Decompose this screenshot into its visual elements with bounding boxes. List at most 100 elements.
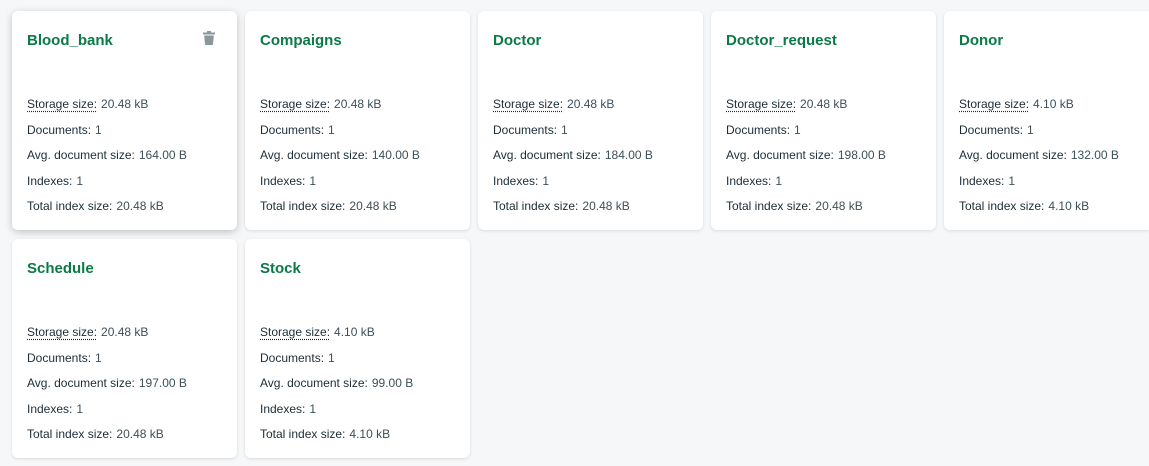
stat-label: Indexes: <box>493 173 539 188</box>
stat-label: Storage size: <box>493 97 564 111</box>
stat-value: 140.00 B <box>371 148 420 162</box>
collection-name[interactable]: Doctor <box>493 31 688 51</box>
stat-label: Documents: <box>959 122 1024 137</box>
stat-label: Storage size: <box>27 325 98 339</box>
stat-label: Total index size: <box>959 199 1045 213</box>
stat-value: 20.48 kB <box>116 427 164 441</box>
stat-value: 20.48 kB <box>567 97 615 111</box>
stat-label: Storage size: <box>726 97 797 111</box>
stat-label: Avg. document size: <box>27 148 135 162</box>
stat-indexes: Indexes: 1 <box>260 169 455 195</box>
stat-storage-size: Storage size: 20.48 kB <box>726 92 921 118</box>
stat-value: 4.10 kB <box>334 325 375 339</box>
stat-label: Indexes: <box>260 173 306 188</box>
stat-storage-size: Storage size: 20.48 kB <box>493 92 688 118</box>
stat-value: 1 <box>95 350 102 365</box>
collection-name[interactable]: Stock <box>260 259 455 279</box>
stat-label: Documents: <box>27 350 92 365</box>
stat-label: Storage size: <box>27 97 98 111</box>
stat-label: Avg. document size: <box>260 376 368 390</box>
collection-stats: Storage size: 4.10 kB Documents: 1 Avg. do… <box>959 92 1134 220</box>
collection-card-blood-bank[interactable]: Blood_bank Storage size: 20.48 kB Documen… <box>12 11 237 230</box>
stat-documents: Documents: 1 <box>959 118 1134 144</box>
stat-indexes: Indexes: 1 <box>959 169 1134 195</box>
stat-indexes: Indexes: 1 <box>260 397 455 423</box>
trash-icon[interactable] <box>203 31 215 45</box>
collection-card-doctor[interactable]: Doctor Storage size: 20.48 kB Documents: 1… <box>478 11 703 230</box>
stat-total-index-size: Total index size: 20.48 kB <box>27 422 222 448</box>
stat-storage-size: Storage size: 4.10 kB <box>260 320 455 346</box>
stat-value: 1 <box>328 350 335 365</box>
stat-label: Documents: <box>260 122 325 137</box>
stat-value: 99.00 B <box>371 376 414 390</box>
stat-storage-size: Storage size: 20.48 kB <box>27 320 222 346</box>
stat-label: Documents: <box>260 350 325 365</box>
stat-value: 1 <box>542 173 550 188</box>
stat-value: 20.48 kB <box>815 199 863 213</box>
collection-card-donor[interactable]: Donor Storage size: 4.10 kB Documents: 1 A… <box>944 11 1149 230</box>
stat-avg-document-size: Avg. document size: 99.00 B <box>260 371 455 397</box>
stat-label: Indexes: <box>27 401 73 416</box>
stat-label: Documents: <box>726 122 791 137</box>
collection-name[interactable]: Schedule <box>27 259 222 279</box>
stat-indexes: Indexes: 1 <box>493 169 688 195</box>
stat-label: Indexes: <box>27 173 73 188</box>
stat-label: Total index size: <box>260 199 346 213</box>
stat-indexes: Indexes: 1 <box>27 397 222 423</box>
stat-documents: Documents: 1 <box>260 346 455 372</box>
stat-value: 1 <box>1008 173 1016 188</box>
stat-label: Avg. document size: <box>726 148 834 162</box>
collection-name[interactable]: Blood_bank <box>27 31 222 51</box>
stat-value: 20.48 kB <box>582 199 630 213</box>
stat-avg-document-size: Avg. document size: 164.00 B <box>27 143 222 169</box>
stat-value: 1 <box>794 122 801 137</box>
stat-label: Avg. document size: <box>493 148 601 162</box>
stat-label: Total index size: <box>27 199 113 213</box>
stat-label: Documents: <box>27 122 92 137</box>
stat-label: Indexes: <box>260 401 306 416</box>
stat-storage-size: Storage size: 20.48 kB <box>27 92 222 118</box>
collection-card-schedule[interactable]: Schedule Storage size: 20.48 kB Documents… <box>12 239 237 458</box>
stat-value: 4.10 kB <box>349 427 391 441</box>
stat-total-index-size: Total index size: 20.48 kB <box>726 194 921 220</box>
stat-label: Total index size: <box>726 199 812 213</box>
stat-storage-size: Storage size: 20.48 kB <box>260 92 455 118</box>
collection-name[interactable]: Compaigns <box>260 31 455 51</box>
stat-label: Avg. document size: <box>27 376 135 390</box>
collection-name[interactable]: Donor <box>959 31 1134 51</box>
stat-value: 164.00 B <box>138 148 187 162</box>
stat-value: 1 <box>95 122 102 137</box>
stat-value: 20.48 kB <box>116 199 164 213</box>
stat-label: Avg. document size: <box>959 148 1067 162</box>
collection-card-doctor-request[interactable]: Doctor_request Storage size: 20.48 kB Doc… <box>711 11 936 230</box>
stat-value: 20.48 kB <box>334 97 382 111</box>
stat-value: 20.48 kB <box>101 97 149 111</box>
stat-avg-document-size: Avg. document size: 197.00 B <box>27 371 222 397</box>
stat-label: Total index size: <box>260 427 346 441</box>
collection-stats: Storage size: 20.48 kB Documents: 1 Avg. d… <box>27 92 222 220</box>
stat-value: 1 <box>309 173 317 188</box>
stat-total-index-size: Total index size: 4.10 kB <box>959 194 1134 220</box>
stat-value: 197.00 B <box>138 376 187 390</box>
stat-value: 1 <box>1027 122 1034 137</box>
collection-card-compaigns[interactable]: Compaigns Storage size: 20.48 kB Document… <box>245 11 470 230</box>
stat-value: 1 <box>775 173 783 188</box>
stat-avg-document-size: Avg. document size: 132.00 B <box>959 143 1134 169</box>
stat-value: 1 <box>76 401 84 416</box>
stat-documents: Documents: 1 <box>27 118 222 144</box>
stat-value: 20.48 kB <box>349 199 397 213</box>
collection-name[interactable]: Doctor_request <box>726 31 921 51</box>
stat-documents: Documents: 1 <box>260 118 455 144</box>
collection-stats: Storage size: 20.48 kB Documents: 1 Avg. d… <box>260 92 455 220</box>
stat-value: 1 <box>76 173 84 188</box>
stat-label: Avg. document size: <box>260 148 368 162</box>
stat-label: Indexes: <box>726 173 772 188</box>
stat-total-index-size: Total index size: 20.48 kB <box>260 194 455 220</box>
stat-documents: Documents: 1 <box>726 118 921 144</box>
stat-value: 20.48 kB <box>800 97 848 111</box>
stat-value: 1 <box>328 122 335 137</box>
stat-label: Total index size: <box>493 199 579 213</box>
collection-card-stock[interactable]: Stock Storage size: 4.10 kB Documents: 1 A… <box>245 239 470 458</box>
stat-indexes: Indexes: 1 <box>726 169 921 195</box>
stat-avg-document-size: Avg. document size: 184.00 B <box>493 143 688 169</box>
